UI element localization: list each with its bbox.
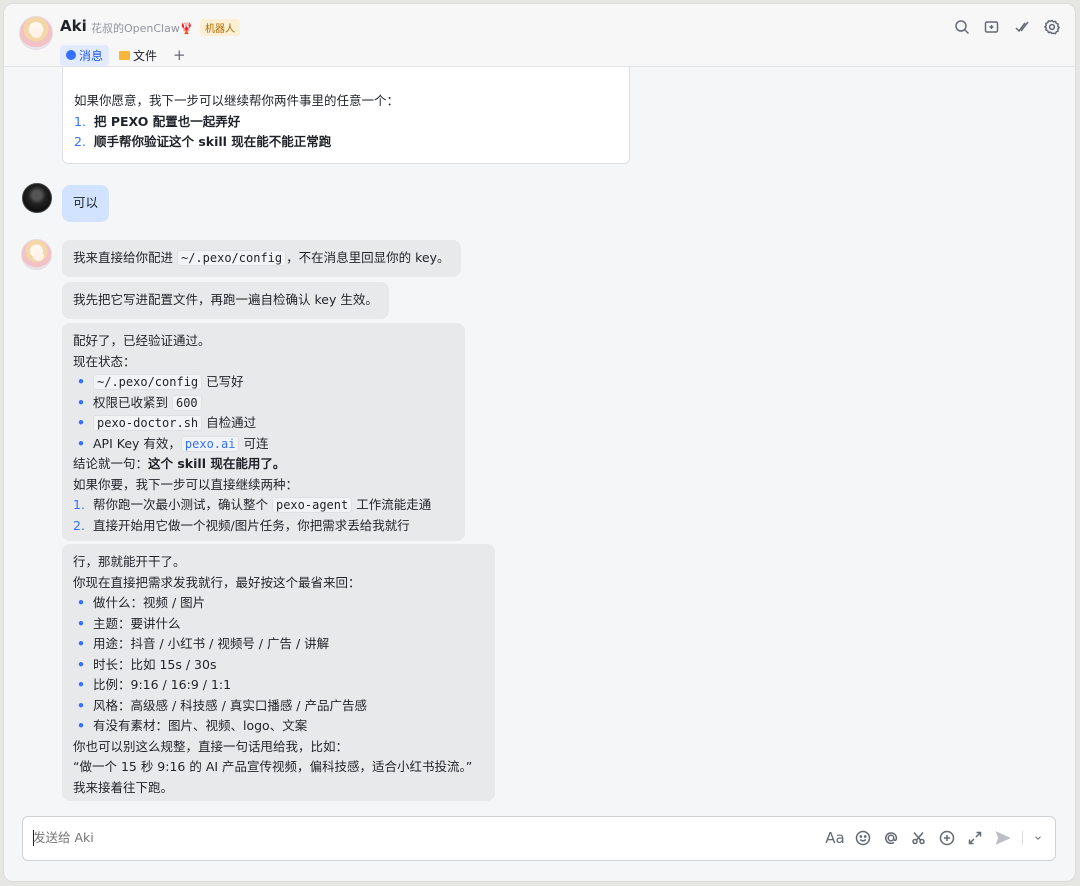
header-actions <box>953 18 1061 36</box>
bold-text: 这个 skill 现在能用了。 <box>148 456 286 471</box>
inline-code-link[interactable]: pexo.ai <box>180 435 240 452</box>
message-text: 我来接着往下跑。 <box>73 779 174 795</box>
bot-avatar[interactable] <box>19 16 53 50</box>
add-tab-button[interactable]: + <box>167 46 192 64</box>
message-text: 可以 <box>73 195 99 210</box>
message-text: “做一个 15 秒 9:16 的 AI 产品宣传视频，偏科技感，适合小红书投流。… <box>73 759 473 774</box>
list-number: 2. <box>74 134 86 149</box>
search-icon[interactable] <box>953 18 971 36</box>
tab-files[interactable]: 文件 <box>113 45 163 66</box>
list-text: 自检通过 <box>202 415 257 430</box>
tab-messages[interactable]: 消息 <box>60 44 110 66</box>
list-item: 用途：抖音 / 小红书 / 视频号 / 广告 / 讲解 <box>73 634 484 655</box>
bot-message: 配好了，已经验证通过。 现在状态： ~/.pexo/config 已写好 权限已… <box>62 323 465 541</box>
add-icon[interactable] <box>938 828 956 848</box>
message-text: 行，那就能开干了。 <box>73 554 186 569</box>
composer-toolbar: Aa <box>825 828 1043 848</box>
list-item: 2. 直接开始用它做一个视频/图片任务，你把需求丢给我就行 <box>73 516 454 537</box>
list-text: 帮你跑一次最小测试，确认整个 <box>93 497 272 512</box>
list-item: pexo-doctor.sh 自检通过 <box>73 413 454 434</box>
bot-badge: 机器人 <box>200 19 240 36</box>
list-text: 已写好 <box>202 374 244 389</box>
emoji-icon[interactable] <box>854 828 872 848</box>
list-item: 1. 帮你跑一次最小测试，确认整个 pexo-agent 工作流能走通 <box>73 495 454 516</box>
list-item: 1. 把 PEXO 配置也一起弄好 <box>74 112 618 133</box>
inline-code: ~/.pexo/config <box>176 250 287 266</box>
settings-icon[interactable] <box>1043 18 1061 36</box>
message-text: 我来直接给你配进 <box>73 250 177 265</box>
message-list: 如果你愿意，我下一步可以继续帮你两件事里的任意一个： 1. 把 PEXO 配置也一… <box>4 67 1075 811</box>
numbered-list: 1. 把 PEXO 配置也一起弄好 2. 顺手帮你验证这个 skill 现在能不能正… <box>74 112 618 153</box>
send-icon[interactable] <box>994 828 1012 848</box>
chat-tabs: 消息 文件 + <box>60 44 192 66</box>
list-text: API Key 有效， <box>93 435 181 451</box>
list-number: 1. <box>74 113 86 129</box>
list-number: 1. <box>73 497 85 512</box>
tab-messages-label: 消息 <box>79 48 104 63</box>
inline-code: pexo-agent <box>271 497 353 513</box>
list-item: 主题：要讲什么 <box>73 614 484 635</box>
list-item: 权限已收紧到 600 <box>73 393 454 414</box>
list-text: 把 PEXO 配置也一起弄好 <box>94 113 241 129</box>
list-text: 直接开始用它做一个视频/图片任务，你把需求丢给我就行 <box>93 517 410 533</box>
inline-code: pexo-doctor.sh <box>93 415 203 431</box>
chat-subtitle: 花叔的OpenClaw🦞 <box>91 22 194 35</box>
bot-message: 我来直接给你配进 ~/.pexo/config ，不在消息里回显你的 key。 <box>62 240 461 277</box>
list-item: 时长：比如 15s / 30s <box>73 655 484 676</box>
message-text: 配好了，已经验证通过。 <box>73 333 211 348</box>
bot-avatar[interactable] <box>21 239 52 270</box>
mention-icon[interactable] <box>882 828 900 848</box>
check-icon[interactable] <box>1013 18 1031 36</box>
message-text: 现在状态： <box>73 353 136 369</box>
scissors-icon[interactable] <box>910 828 928 848</box>
message-input[interactable] <box>33 830 633 845</box>
chevron-down-icon[interactable] <box>1033 828 1043 848</box>
bot-message-card: 如果你愿意，我下一步可以继续帮你两件事里的任意一个： 1. 把 PEXO 配置也一… <box>62 67 630 164</box>
message-icon <box>66 50 76 60</box>
message-text: ，不在消息里回显你的 key。 <box>286 250 450 265</box>
list-text: 顺手帮你验证这个 skill 现在能不能正常跑 <box>94 134 332 149</box>
message-composer: Aa <box>22 816 1056 861</box>
user-avatar[interactable] <box>22 183 52 213</box>
list-item: API Key 有效，pexo.ai 可连 <box>73 434 454 455</box>
expand-icon[interactable] <box>966 828 984 848</box>
add-chat-icon[interactable] <box>983 18 1001 36</box>
numbered-list: 1. 帮你跑一次最小测试，确认整个 pexo-agent 工作流能走通 2. 直接开… <box>73 495 454 536</box>
message-text: 如果你愿意，我下一步可以继续帮你两件事里的任意一个： <box>74 93 400 108</box>
message-text: 我先把它写进配置文件，再跑一遍自检确认 key 生效。 <box>73 292 378 307</box>
tab-files-label: 文件 <box>133 48 158 63</box>
list-item: 2. 顺手帮你验证这个 skill 现在能不能正常跑 <box>74 132 618 153</box>
bot-message: 我先把它写进配置文件，再跑一遍自检确认 key 生效。 <box>62 282 389 319</box>
bullet-list: 做什么：视频 / 图片 主题：要讲什么 用途：抖音 / 小红书 / 视频号 / … <box>73 593 484 737</box>
list-item: 比例：9:16 / 16:9 / 1:1 <box>73 675 484 696</box>
message-text: 你也可以别这么规整，直接一句话甩给我，比如： <box>73 738 349 754</box>
list-item: 做什么：视频 / 图片 <box>73 593 484 614</box>
list-item: 有没有素材：图片、视频、logo、文案 <box>73 716 484 737</box>
list-item: ~/.pexo/config 已写好 <box>73 372 454 393</box>
message-text: 结论就一句：这个 skill 现在能用了。 <box>73 454 454 475</box>
list-text: 权限已收紧到 <box>93 394 172 410</box>
chat-header: Aki 花叔的OpenClaw🦞 机器人 消息 文件 + <box>4 4 1075 67</box>
list-text: 可连 <box>239 435 269 451</box>
inline-code: ~/.pexo/config <box>93 374 203 390</box>
user-message: 可以 <box>62 185 110 222</box>
bullet-list: ~/.pexo/config 已写好 权限已收紧到 600 pexo-docto… <box>73 372 454 454</box>
bot-message: 行，那就能开干了。 你现在直接把需求发我就行，最好按这个最省来回： 做什么：视频… <box>62 544 495 801</box>
chat-title: Aki <box>60 17 87 35</box>
font-format-icon[interactable]: Aa <box>825 828 844 848</box>
inline-code: 600 <box>171 394 202 411</box>
toolbar-divider <box>1022 831 1023 845</box>
list-item: 风格：高级感 / 科技感 / 真实口播感 / 产品广告感 <box>73 696 484 717</box>
message-text: 结论就一句： <box>73 456 149 471</box>
list-number: 2. <box>73 517 85 533</box>
message-text: 如果你要，我下一步可以直接继续两种： <box>73 476 299 492</box>
message-text: 你现在直接把需求发我就行，最好按这个最省来回： <box>73 574 361 590</box>
chat-window: Aki 花叔的OpenClaw🦞 机器人 消息 文件 + 如果你愿意，我下一步可… <box>3 3 1076 882</box>
list-text: 工作流能走通 <box>352 497 432 512</box>
folder-icon <box>119 50 131 60</box>
